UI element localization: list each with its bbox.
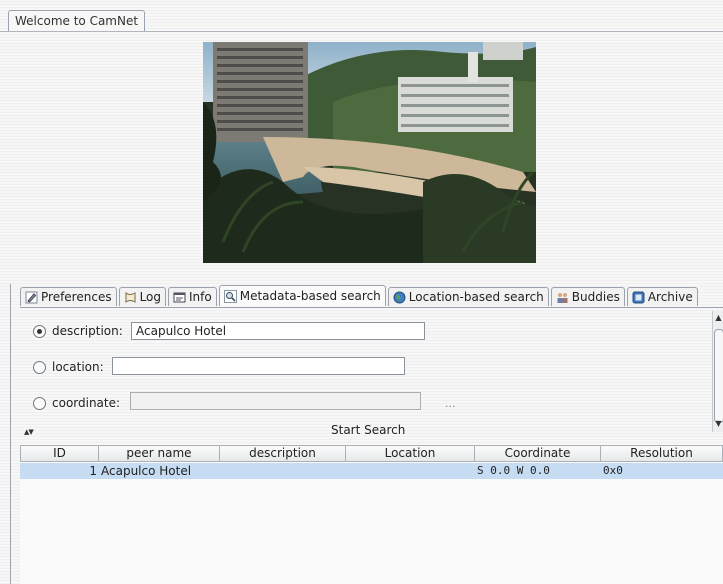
tab-label: Preferences	[41, 290, 112, 304]
pencil-icon	[25, 291, 38, 303]
cell-id: 1	[89, 464, 97, 478]
coordinate-picker-button[interactable]: ...	[445, 397, 456, 410]
magnifier-icon	[223, 289, 237, 303]
scroll-thumb[interactable]	[714, 329, 723, 423]
scroll-up-icon[interactable]: ▲	[714, 313, 723, 323]
tab-label: Log	[139, 290, 162, 304]
cell-description	[220, 463, 346, 479]
location-input[interactable]	[112, 357, 405, 375]
tab-metadata-search[interactable]: Metadata-based search	[218, 285, 386, 306]
tab-archive[interactable]: Archive	[626, 287, 698, 306]
tab-preferences[interactable]: Preferences	[20, 287, 117, 306]
scroll-icon	[125, 291, 136, 303]
globe-icon	[393, 291, 406, 303]
coordinate-label: coordinate:	[52, 396, 121, 410]
cell-location	[346, 463, 475, 479]
column-header-id[interactable]: ID	[20, 445, 99, 462]
description-radio[interactable]	[33, 325, 46, 338]
description-label: description:	[52, 324, 123, 338]
column-header-peer-name[interactable]: peer name	[99, 445, 220, 462]
tab-label: Metadata-based search	[239, 289, 381, 303]
tab-label: Location-based search	[408, 290, 544, 304]
form-scrollbar[interactable]: ▲ ▼	[712, 311, 723, 432]
table-row[interactable]: 1 Acapulco Hotel S 0.0 W 0.0 0x0	[20, 463, 723, 479]
cell-peer-name: Acapulco Hotel	[101, 464, 192, 478]
cell-resolution: 0x0	[603, 464, 623, 477]
tab-buddies[interactable]: Buddies	[550, 287, 625, 306]
tab-location-search[interactable]: Location-based search	[387, 287, 549, 306]
tab-label: Info	[189, 290, 212, 304]
table-header: ID peer name description Location Coordi…	[20, 445, 723, 462]
tab-welcome[interactable]: Welcome to CamNet	[8, 10, 146, 31]
scroll-down-icon[interactable]: ▼	[714, 419, 723, 429]
tab-content-border	[20, 307, 723, 308]
location-radio[interactable]	[33, 361, 46, 374]
tab-label: Archive	[647, 290, 693, 304]
camera-photo	[203, 42, 536, 263]
archive-icon	[632, 291, 645, 303]
results-area	[20, 462, 723, 584]
cell-coordinate: S 0.0 W 0.0	[477, 464, 550, 477]
tab-log[interactable]: Log	[118, 287, 167, 306]
column-header-resolution[interactable]: Resolution	[601, 445, 723, 462]
panel-border	[10, 284, 11, 584]
column-header-coordinate[interactable]: Coordinate	[475, 445, 601, 462]
location-label: location:	[52, 360, 104, 374]
coordinate-radio[interactable]	[33, 397, 46, 410]
results-table: ID peer name description Location Coordi…	[20, 445, 723, 479]
tab-label: Buddies	[571, 290, 620, 304]
tab-info[interactable]: Info	[168, 287, 217, 306]
column-header-description[interactable]: description	[220, 445, 346, 462]
split-pane-arrows-icon[interactable]: ▲▼	[24, 428, 34, 436]
tab-divider	[0, 31, 723, 32]
tab-strip: Preferences Log Info Metadata-based sear…	[20, 285, 700, 307]
column-header-location[interactable]: Location	[346, 445, 475, 462]
start-search-button[interactable]: Start Search	[331, 423, 405, 437]
people-icon	[557, 292, 568, 303]
description-input[interactable]	[131, 322, 425, 340]
info-window-icon	[173, 292, 186, 302]
coordinate-input[interactable]	[130, 392, 421, 410]
